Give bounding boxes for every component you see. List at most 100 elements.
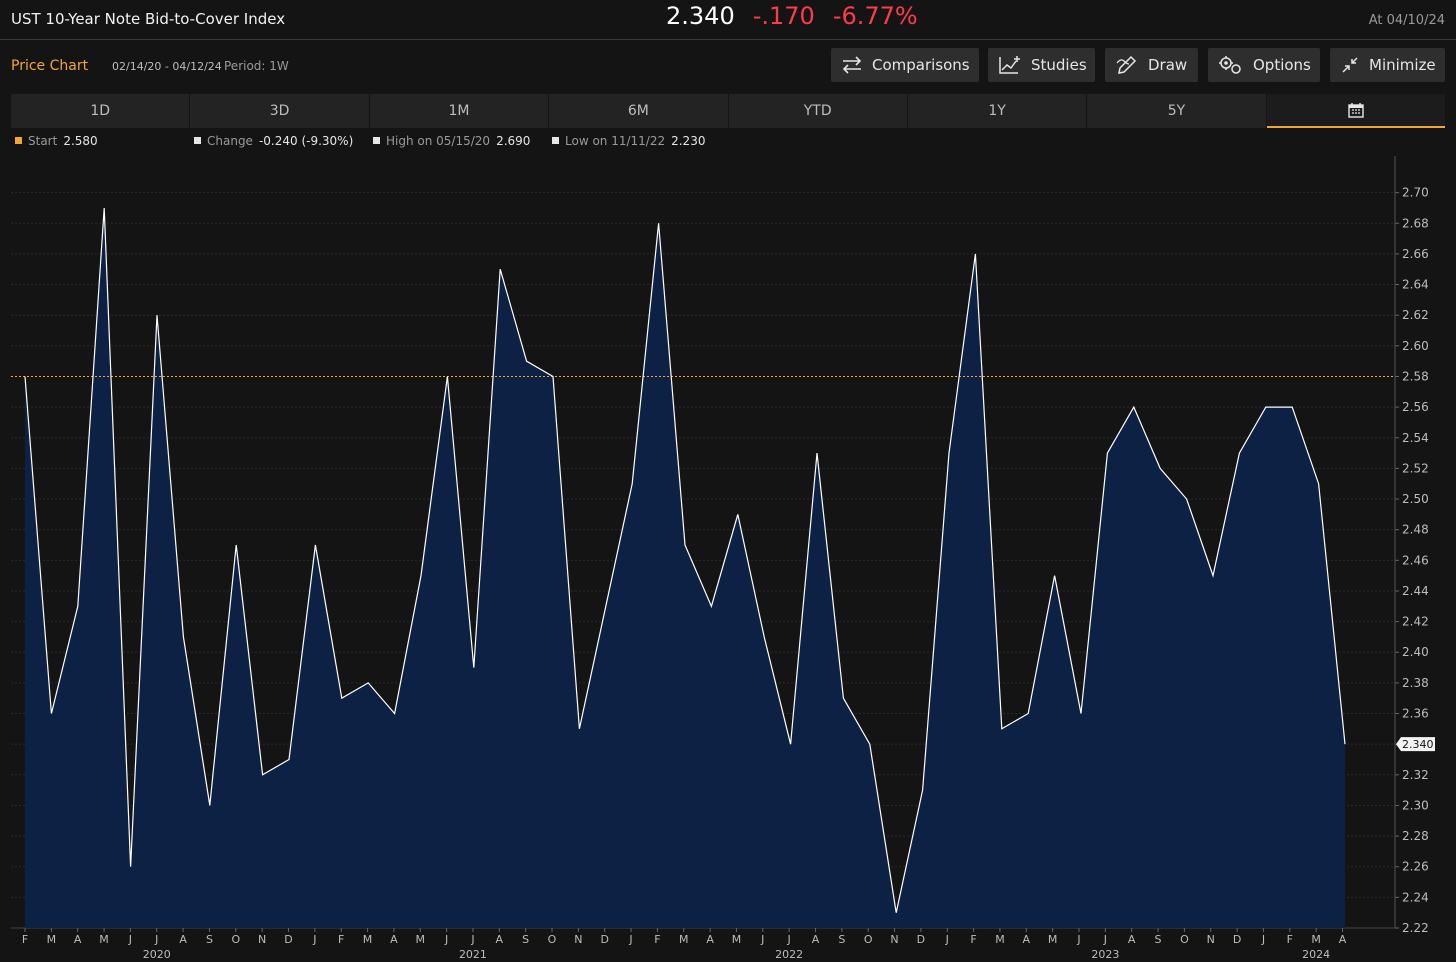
calendar-icon bbox=[1348, 103, 1364, 118]
x-tick-label: N bbox=[890, 933, 898, 946]
high-marker-icon bbox=[373, 137, 380, 144]
stat-low: Low on 11/11/22 2.230 bbox=[552, 134, 705, 148]
price-chart[interactable]: 2.70 2.68 2.66 2.64 2.62 2.60 2.58 2.56 2.54 2.52… bbox=[0, 152, 1456, 962]
studies-button-label: Studies bbox=[1031, 56, 1087, 74]
stat-high: High on 05/15/20 2.690 bbox=[373, 134, 530, 148]
price-change-percent: -6.77% bbox=[832, 2, 918, 30]
y-tick-label: 2.54 bbox=[1402, 431, 1429, 445]
x-tick-label: M bbox=[363, 933, 373, 946]
y-tick-label: 2.68 bbox=[1402, 216, 1429, 230]
last-price: 2.340 bbox=[666, 2, 735, 30]
x-tick-label: M bbox=[416, 933, 426, 946]
as-of-date: At 04/10/24 bbox=[1368, 13, 1445, 28]
tab-custom-range[interactable] bbox=[1266, 94, 1445, 128]
x-tick-label: F bbox=[1287, 933, 1293, 946]
y-tick-label: 2.38 bbox=[1402, 676, 1429, 690]
tab-5y[interactable]: 5Y bbox=[1087, 94, 1266, 128]
date-range[interactable]: 02/14/20 - 04/12/24 bbox=[112, 60, 222, 73]
y-tick-label: 2.52 bbox=[1402, 461, 1429, 475]
y-tick-label: 2.48 bbox=[1402, 523, 1429, 537]
x-tick-label: O bbox=[231, 933, 240, 946]
x-tick-label: J bbox=[1261, 933, 1265, 946]
x-year-label: 2021 bbox=[459, 948, 487, 961]
tab-1d[interactable]: 1D bbox=[11, 94, 190, 128]
y-tick-label: 2.28 bbox=[1402, 829, 1429, 843]
studies-button[interactable]: Studies bbox=[988, 48, 1095, 82]
x-tick-label: A bbox=[706, 933, 714, 946]
x-tick-label: F bbox=[22, 933, 28, 946]
y-tick-label: 2.58 bbox=[1402, 369, 1429, 383]
x-tick-label: J bbox=[312, 933, 316, 946]
x-tick-label: F bbox=[338, 933, 344, 946]
x-tick-label: A bbox=[74, 933, 82, 946]
x-tick-label: M bbox=[679, 933, 689, 946]
x-tick-label: A bbox=[179, 933, 187, 946]
y-tick-label: 2.42 bbox=[1402, 615, 1429, 629]
price-change: -.170 bbox=[752, 2, 815, 30]
y-tick-label: 2.26 bbox=[1402, 860, 1429, 874]
stat-change-value: -0.240 (-9.30%) bbox=[258, 134, 354, 148]
x-tick-label: F bbox=[654, 933, 660, 946]
x-tick-label: A bbox=[1023, 933, 1031, 946]
y-tick-label: 2.32 bbox=[1402, 768, 1429, 782]
header-bar: UST 10-Year Note Bid-to-Cover Index 2.34… bbox=[0, 0, 1456, 40]
tab-6m[interactable]: 6M bbox=[549, 94, 728, 128]
minimize-arrows-icon bbox=[1342, 57, 1358, 73]
stat-high-value: 2.690 bbox=[496, 134, 531, 148]
x-tick-label: J bbox=[1076, 933, 1080, 946]
last-value-label: 2.340 bbox=[1402, 738, 1434, 751]
x-year-label: 2022 bbox=[775, 948, 803, 961]
draw-button[interactable]: Draw bbox=[1105, 48, 1198, 82]
y-tick-label: 2.56 bbox=[1402, 400, 1429, 414]
x-tick-label: A bbox=[812, 933, 820, 946]
price-chart-label: Price Chart bbox=[11, 58, 89, 74]
x-tick-label: O bbox=[864, 933, 873, 946]
x-year-label: 2023 bbox=[1091, 948, 1119, 961]
y-tick-label: 2.36 bbox=[1402, 707, 1429, 721]
change-marker-icon bbox=[194, 137, 201, 144]
stat-high-label: High on 05/15/20 bbox=[386, 134, 491, 148]
stat-low-label: Low on 11/11/22 bbox=[565, 134, 666, 148]
x-tick-label: S bbox=[838, 933, 845, 946]
pencil-icon bbox=[1116, 55, 1137, 74]
tab-3d[interactable]: 3D bbox=[190, 94, 369, 128]
tab-1m[interactable]: 1M bbox=[369, 94, 549, 128]
x-tick-label: O bbox=[548, 933, 557, 946]
y-tick-label: 2.62 bbox=[1402, 308, 1429, 322]
x-tick-label: J bbox=[945, 933, 949, 946]
x-tick-label: J bbox=[628, 933, 632, 946]
x-tick-label: J bbox=[787, 933, 791, 946]
studies-chart-icon bbox=[999, 56, 1020, 74]
stat-start: Start 2.580 bbox=[15, 134, 98, 148]
gears-icon bbox=[1219, 56, 1241, 74]
x-tick-label: D bbox=[917, 933, 925, 946]
x-tick-label: D bbox=[284, 933, 292, 946]
chart-toolbar: Price Chart 02/14/20 - 04/12/24 Period: … bbox=[0, 40, 1456, 92]
tab-ytd[interactable]: YTD bbox=[728, 94, 907, 128]
x-tick-label: M bbox=[995, 933, 1005, 946]
y-tick-label: 2.66 bbox=[1402, 247, 1429, 261]
y-tick-label: 2.70 bbox=[1402, 186, 1429, 200]
x-tick-label: A bbox=[1339, 933, 1347, 946]
x-tick-label: M bbox=[732, 933, 742, 946]
x-tick-label: S bbox=[522, 933, 529, 946]
x-tick-label: D bbox=[1233, 933, 1241, 946]
stat-change: Change -0.240 (-9.30%) bbox=[194, 134, 353, 148]
options-button[interactable]: Options bbox=[1208, 48, 1320, 82]
comparisons-button[interactable]: Comparisons bbox=[831, 48, 979, 82]
x-tick-label: J bbox=[128, 933, 132, 946]
x-tick-label: J bbox=[154, 933, 158, 946]
x-tick-label: A bbox=[1128, 933, 1136, 946]
y-tick-label: 2.46 bbox=[1402, 553, 1429, 567]
y-tick-label: 2.30 bbox=[1402, 798, 1429, 812]
x-tick-label: M bbox=[1048, 933, 1058, 946]
y-tick-label: 2.22 bbox=[1402, 921, 1429, 935]
minimize-button[interactable]: Minimize bbox=[1330, 48, 1445, 82]
tab-1y[interactable]: 1Y bbox=[907, 94, 1087, 128]
y-tick-label: 2.44 bbox=[1402, 584, 1429, 598]
x-tick-label: S bbox=[1155, 933, 1162, 946]
x-tick-label: M bbox=[47, 933, 57, 946]
stat-change-label: Change bbox=[207, 134, 253, 148]
period-selector[interactable]: Period: 1W bbox=[224, 59, 289, 73]
minimize-button-label: Minimize bbox=[1369, 56, 1436, 74]
